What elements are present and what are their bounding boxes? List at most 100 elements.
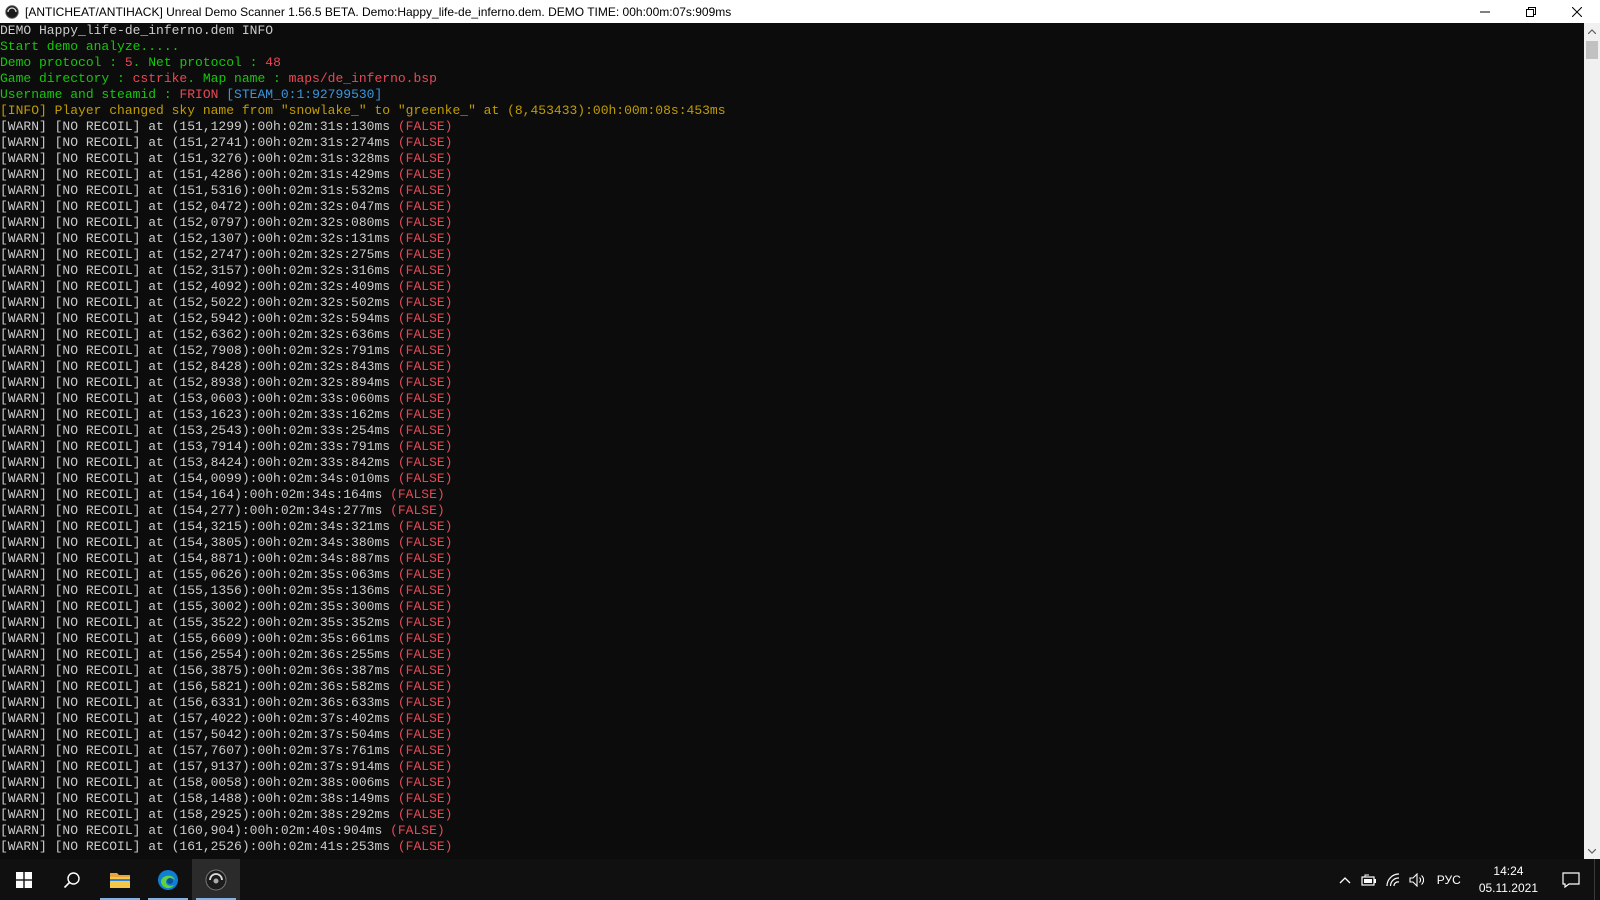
console-text-segment: [WARN] [NO RECOIL] at (153,1623):00h:02m… [0,407,398,422]
folder-icon [110,872,130,888]
search-button[interactable] [48,859,96,900]
console-text-segment: [WARN] [NO RECOIL] at (152,3157):00h:02m… [0,263,398,278]
console-text-segment: . Net protocol : [132,55,266,70]
console-line: [WARN] [NO RECOIL] at (155,0626):00h:02m… [0,567,1584,583]
console-text-segment: [WARN] [NO RECOIL] at (151,1299):00h:02m… [0,119,398,134]
console-line: [WARN] [NO RECOIL] at (155,6609):00h:02m… [0,631,1584,647]
chevron-up-icon [1588,28,1596,34]
console-text-segment: [WARN] [NO RECOIL] at (154,3805):00h:02m… [0,535,398,550]
console-text-segment: (FALSE) [397,407,453,422]
console-text-segment: . Map name : [187,71,289,86]
console-line: [WARN] [NO RECOIL] at (152,8938):00h:02m… [0,375,1584,391]
console-text-segment: [WARN] [NO RECOIL] at (155,3002):00h:02m… [0,599,398,614]
console-line: [WARN] [NO RECOIL] at (153,7914):00h:02m… [0,439,1584,455]
console-text-segment: (FALSE) [397,839,453,854]
console-text-segment: [WARN] [NO RECOIL] at (160,904):00h:02m:… [0,823,391,838]
console-text-segment: [WARN] [NO RECOIL] at (157,5042):00h:02m… [0,727,398,742]
console-line: [WARN] [NO RECOIL] at (152,2747):00h:02m… [0,247,1584,263]
console-line: [WARN] [NO RECOIL] at (153,1623):00h:02m… [0,407,1584,423]
console-text-segment: (FALSE) [397,663,453,678]
console-text-segment: (FALSE) [397,295,453,310]
battery-icon [1361,874,1376,886]
console-text-segment: [WARN] [NO RECOIL] at (152,1307):00h:02m… [0,231,398,246]
console-output[interactable]: DEMO Happy_life-de_inferno.dem INFO Start… [0,23,1584,859]
console-line: [WARN] [NO RECOIL] at (155,1356):00h:02m… [0,583,1584,599]
console-text-segment: [WARN] [NO RECOIL] at (157,4022):00h:02m… [0,711,398,726]
console-text-segment: Start demo analyze..... [0,39,180,54]
console-text-segment: [WARN] [NO RECOIL] at (157,9137):00h:02m… [0,759,398,774]
notifications-button[interactable] [1548,859,1594,900]
console-text-segment: (FALSE) [397,679,453,694]
console-line: [WARN] [NO RECOIL] at (158,2925):00h:02m… [0,807,1584,823]
restore-button[interactable] [1508,0,1554,23]
console-line: [WARN] [NO RECOIL] at (154,0099):00h:02m… [0,471,1584,487]
console-text-segment: (FALSE) [397,519,453,534]
start-button[interactable] [0,859,48,900]
console-text-segment: (FALSE) [397,391,453,406]
console-text-segment: FRION [179,87,219,102]
console-line: [WARN] [NO RECOIL] at (152,6362):00h:02m… [0,327,1584,343]
scroll-thumb[interactable] [1586,41,1598,59]
windows-logo-icon [16,871,32,888]
show-desktop-button[interactable] [1594,859,1600,900]
console-line: [WARN] [NO RECOIL] at (158,0058):00h:02m… [0,775,1584,791]
console-text-segment: [WARN] [NO RECOIL] at (152,8938):00h:02m… [0,375,398,390]
console-line: [WARN] [NO RECOIL] at (152,3157):00h:02m… [0,263,1584,279]
console-line: [WARN] [NO RECOIL] at (151,2741):00h:02m… [0,135,1584,151]
minimize-button[interactable] [1462,0,1508,23]
console-text-segment: (FALSE) [397,727,453,742]
console-line: [WARN] [NO RECOIL] at (156,2554):00h:02m… [0,647,1584,663]
scanner-app-button[interactable] [192,859,240,900]
console-text-segment: [WARN] [NO RECOIL] at (156,6331):00h:02m… [0,695,398,710]
console-line: [WARN] [NO RECOIL] at (153,2543):00h:02m… [0,423,1584,439]
console-text-segment: (FALSE) [397,807,453,822]
console-line: Demo protocol : 5. Net protocol : 48 [0,55,1584,71]
restore-icon [1526,6,1536,17]
input-language[interactable]: РУС [1429,873,1469,887]
console-line: [WARN] [NO RECOIL] at (152,5942):00h:02m… [0,311,1584,327]
console-text-segment: [WARN] [NO RECOIL] at (153,7914):00h:02m… [0,439,398,454]
volume-button[interactable] [1405,859,1429,900]
scroll-down-button[interactable] [1584,843,1600,859]
tray-overflow-button[interactable] [1333,859,1357,900]
console-line: [WARN] [NO RECOIL] at (154,8871):00h:02m… [0,551,1584,567]
console-text-segment: (FALSE) [397,615,453,630]
console-text-segment: (FALSE) [390,487,445,502]
console-text-segment: (FALSE) [397,583,453,598]
title-bar[interactable]: [ANTICHEAT/ANTIHACK] Unreal Demo Scanner… [0,0,1600,23]
console-text-segment: [WARN] [NO RECOIL] at (152,5022):00h:02m… [0,295,398,310]
clock[interactable]: 14:24 05.11.2021 [1469,863,1548,897]
console-text-segment: [WARN] [NO RECOIL] at (158,1488):00h:02m… [0,791,398,806]
console-line: Username and steamid : FRION [STEAM_0:1:… [0,87,1584,103]
wifi-icon [1386,872,1399,886]
console-text-segment: (FALSE) [397,151,453,166]
scroll-up-button[interactable] [1584,23,1600,39]
console-text-segment: (FALSE) [397,231,453,246]
console-text-segment: [WARN] [NO RECOIL] at (158,0058):00h:02m… [0,775,398,790]
vertical-scrollbar[interactable] [1584,23,1600,859]
console-text-segment: (FALSE) [397,647,453,662]
console-text-segment: [WARN] [NO RECOIL] at (151,5316):00h:02m… [0,183,398,198]
scanner-app-icon [205,869,227,890]
console-text-segment: (FALSE) [397,455,453,470]
console-text-segment: [INFO] Player changed sky name from "sno… [0,103,726,118]
edge-button[interactable] [144,859,192,900]
console-line: [WARN] [NO RECOIL] at (152,1307):00h:02m… [0,231,1584,247]
battery-button[interactable] [1357,859,1381,900]
console-line: [WARN] [NO RECOIL] at (152,7908):00h:02m… [0,343,1584,359]
console-text-segment: (FALSE) [397,183,453,198]
console-text-segment: [WARN] [NO RECOIL] at (154,3215):00h:02m… [0,519,398,534]
console-text-segment: (FALSE) [397,343,453,358]
network-button[interactable] [1381,859,1405,900]
console-text-segment: Demo protocol : [0,55,125,70]
close-button[interactable] [1554,0,1600,23]
console-line: [WARN] [NO RECOIL] at (152,0797):00h:02m… [0,215,1584,231]
console-line: [WARN] [NO RECOIL] at (154,3215):00h:02m… [0,519,1584,535]
console-text-segment: [STEAM_0:1:92799530] [218,87,383,102]
console-line: Game directory : cstrike. Map name : map… [0,71,1584,87]
console-text-segment: [WARN] [NO RECOIL] at (153,8424):00h:02m… [0,455,398,470]
file-explorer-button[interactable] [96,859,144,900]
clock-time: 14:24 [1493,863,1524,878]
console-text-segment: [WARN] [NO RECOIL] at (151,3276):00h:02m… [0,151,398,166]
console-text-segment: Username and steamid : [0,87,180,102]
